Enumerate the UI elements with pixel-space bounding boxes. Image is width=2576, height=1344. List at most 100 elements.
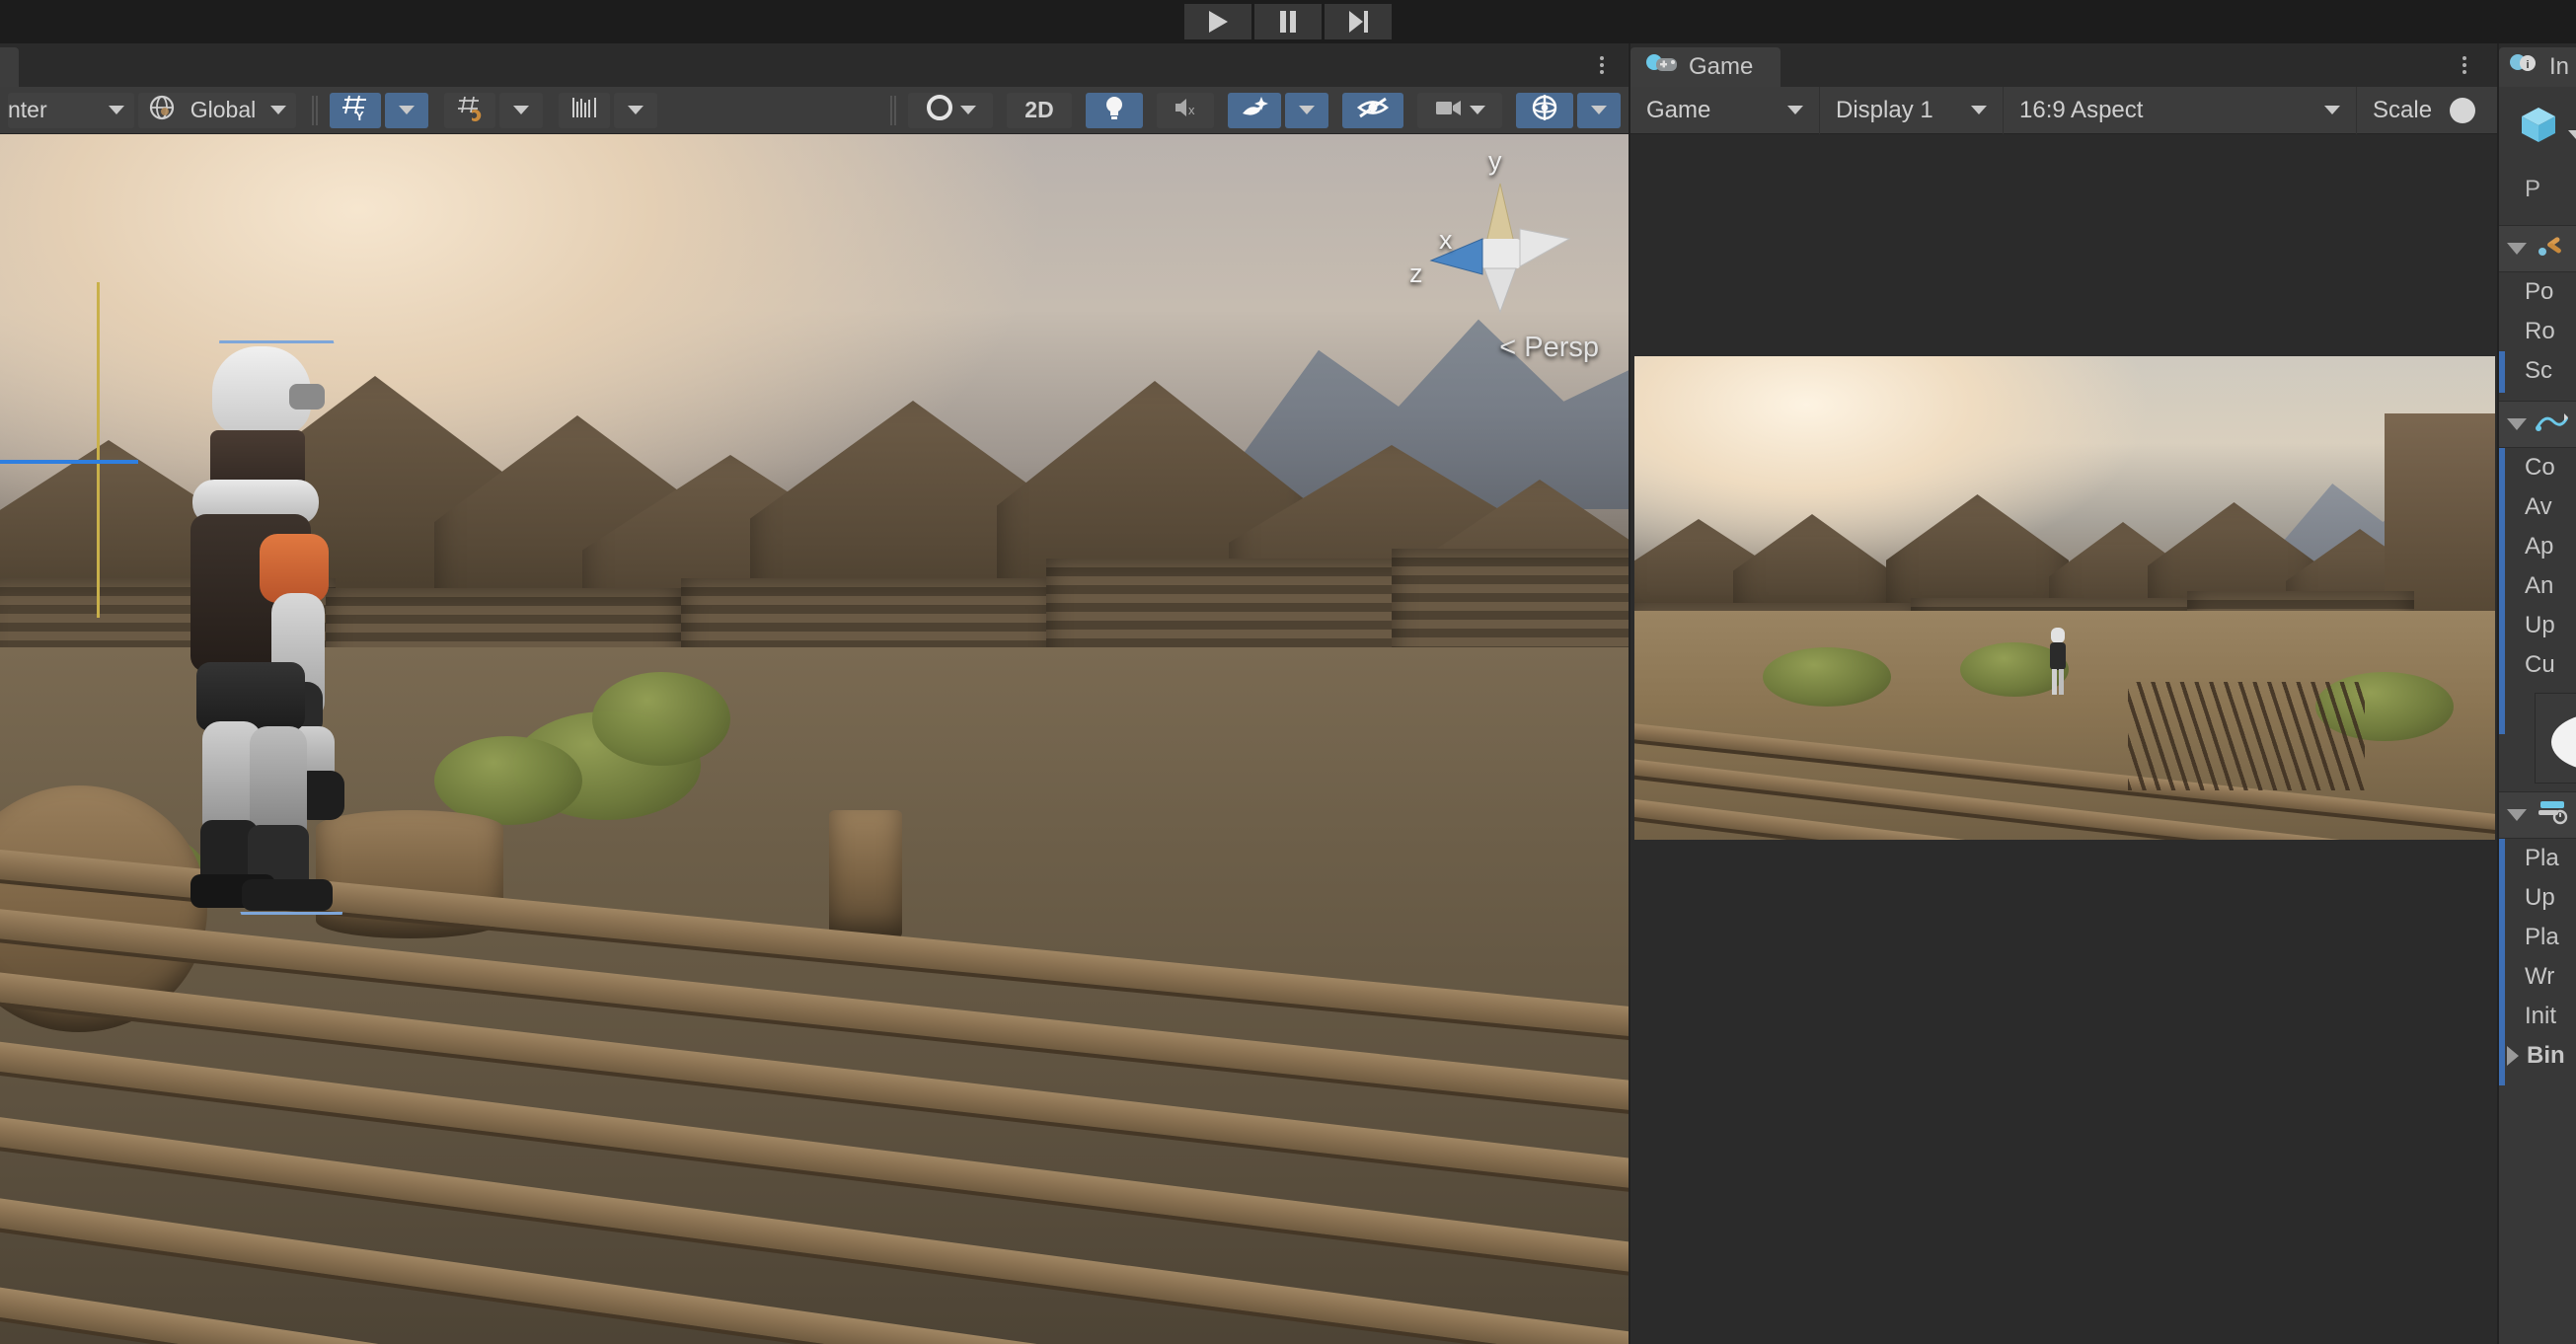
scene-panel: ne nter Global xyxy=(0,43,1629,1344)
field-label: Sc xyxy=(2525,357,2552,385)
scene-camera-dropdown[interactable] xyxy=(1417,93,1502,128)
animator-icon xyxy=(2535,408,2568,442)
scene-panel-menu-icon[interactable] xyxy=(1591,52,1613,78)
grid-snap-dropdown[interactable] xyxy=(499,93,543,128)
grid-axis-button[interactable]: Y xyxy=(330,93,381,128)
field-row[interactable]: Ro xyxy=(2499,312,2576,351)
inspector-info-icon: i xyxy=(2509,53,2542,82)
shading-sphere-icon xyxy=(925,93,954,128)
step-button[interactable] xyxy=(1325,4,1392,39)
display-dropdown[interactable]: Display 1 xyxy=(1820,87,2004,134)
component-header-transform[interactable] xyxy=(2499,225,2576,272)
field-row[interactable]: Pla xyxy=(2499,839,2576,878)
field-row[interactable]: Pla xyxy=(2499,918,2576,957)
projection-arrow-icon: < xyxy=(1499,332,1516,364)
foldout-transform-icon[interactable] xyxy=(2507,243,2527,255)
scale-slider[interactable]: Scale xyxy=(2357,87,2491,134)
field-row[interactable]: Av xyxy=(2499,487,2576,527)
field-row[interactable]: An xyxy=(2499,566,2576,606)
field-row[interactable]: Bin xyxy=(2499,1036,2576,1076)
scene-visibility-button[interactable] xyxy=(1342,93,1403,128)
lightbulb-icon xyxy=(1101,93,1127,128)
ruler-dropdown[interactable] xyxy=(614,93,657,128)
field-label: Up xyxy=(2525,612,2555,639)
game-render-output xyxy=(1634,356,2495,840)
tab-scene[interactable]: ne xyxy=(0,47,19,87)
inspector-body: P Po Ro xyxy=(2499,87,2576,1076)
field-row[interactable]: Ap xyxy=(2499,527,2576,566)
scene-audio-button[interactable]: x xyxy=(1157,93,1214,128)
gamepad-icon xyxy=(1646,53,1680,82)
svg-text:i: i xyxy=(2526,59,2529,71)
scene-lighting-button[interactable] xyxy=(1086,93,1143,128)
component-header-animator[interactable] xyxy=(2499,401,2576,448)
prefab-row[interactable]: P xyxy=(2499,156,2576,225)
selected-gameobject-robot[interactable] xyxy=(173,346,380,909)
playback-controls xyxy=(1184,4,1392,39)
play-button[interactable] xyxy=(1184,4,1251,39)
move-handle-x-axis[interactable] xyxy=(0,460,138,464)
move-handle-y-axis[interactable] xyxy=(97,282,100,618)
field-row[interactable]: Po xyxy=(2499,272,2576,312)
scene-viewport[interactable]: y x z < Persp xyxy=(0,134,1629,1344)
chevron-down-icon xyxy=(1971,106,1987,114)
foldout-bindings-icon[interactable] xyxy=(2507,1046,2519,1066)
game-view-area[interactable] xyxy=(1630,134,2497,1344)
component-header-director[interactable] xyxy=(2499,791,2576,839)
gizmo-axis-y-label[interactable]: y xyxy=(1488,146,1502,177)
game-toolbar: Game Display 1 16:9 Aspect Scale xyxy=(1630,87,2497,134)
scene-fx-dropdown[interactable] xyxy=(1285,93,1328,128)
pause-button[interactable] xyxy=(1254,4,1322,39)
effects-icon xyxy=(1240,94,1269,127)
foldout-animator-icon[interactable] xyxy=(2507,418,2527,430)
chevron-down-icon xyxy=(1299,106,1315,114)
shading-mode-dropdown[interactable] xyxy=(908,93,993,128)
transform-icon xyxy=(2535,232,2568,266)
field-row[interactable]: Wr xyxy=(2499,957,2576,997)
scene-view-gizmo[interactable]: y x z xyxy=(1402,144,1599,341)
step-icon xyxy=(1345,8,1371,36)
gizmos-dropdown[interactable] xyxy=(1577,93,1621,128)
chevron-down-icon xyxy=(2324,106,2340,114)
field-label: Pla xyxy=(2525,845,2559,872)
selection-indicator xyxy=(2499,351,2505,393)
field-label: Co xyxy=(2525,454,2555,482)
chevron-down-icon xyxy=(1787,106,1803,114)
grid-axis-dropdown[interactable] xyxy=(385,93,428,128)
gizmo-axis-x-label[interactable]: x xyxy=(1439,225,1453,256)
pivot-mode-dropdown[interactable]: nter xyxy=(8,93,134,128)
globe-icon xyxy=(148,94,176,127)
scene-projection-toggle[interactable]: < Persp xyxy=(1499,332,1599,364)
tab-game-label: Game xyxy=(1689,53,1753,81)
tab-inspector[interactable]: i In xyxy=(2499,47,2576,87)
game-panel-menu-icon[interactable] xyxy=(2454,52,2475,78)
field-label: Pla xyxy=(2525,924,2559,951)
tab-game[interactable]: Game xyxy=(1630,47,1780,87)
game-view-dropdown[interactable]: Game xyxy=(1630,87,1820,134)
scene-fx-button[interactable] xyxy=(1228,93,1281,128)
field-row[interactable]: Init xyxy=(2499,997,2576,1036)
svg-text:x: x xyxy=(1188,103,1195,117)
game-view-label: Game xyxy=(1646,97,1710,124)
aspect-ratio-dropdown[interactable]: 16:9 Aspect xyxy=(2004,87,2357,134)
selection-indicator xyxy=(2499,839,2505,1085)
field-row[interactable]: Up xyxy=(2499,878,2576,918)
foldout-director-icon[interactable] xyxy=(2507,809,2527,821)
toggle-2d-button[interactable]: 2D xyxy=(1007,93,1072,128)
field-label: Po xyxy=(2525,278,2553,306)
ruler-button[interactable] xyxy=(559,93,610,128)
gizmos-button[interactable] xyxy=(1516,93,1573,128)
inspector-object-header xyxy=(2499,87,2576,156)
field-row[interactable]: Up xyxy=(2499,606,2576,645)
animator-preview[interactable] xyxy=(2535,693,2576,784)
field-row[interactable]: Sc xyxy=(2499,351,2576,391)
scale-slider-knob[interactable] xyxy=(2450,98,2475,123)
gizmo-axis-z-label[interactable]: z xyxy=(1409,259,1423,289)
chevron-down-icon xyxy=(399,106,415,114)
game-railing xyxy=(2128,682,2365,790)
prefab-dropdown-icon[interactable] xyxy=(2568,130,2576,139)
grid-snap-button[interactable] xyxy=(444,93,495,128)
field-row[interactable]: Co xyxy=(2499,448,2576,487)
field-row[interactable]: Cu xyxy=(2499,645,2576,685)
handle-space-dropdown[interactable]: Global xyxy=(138,93,296,128)
